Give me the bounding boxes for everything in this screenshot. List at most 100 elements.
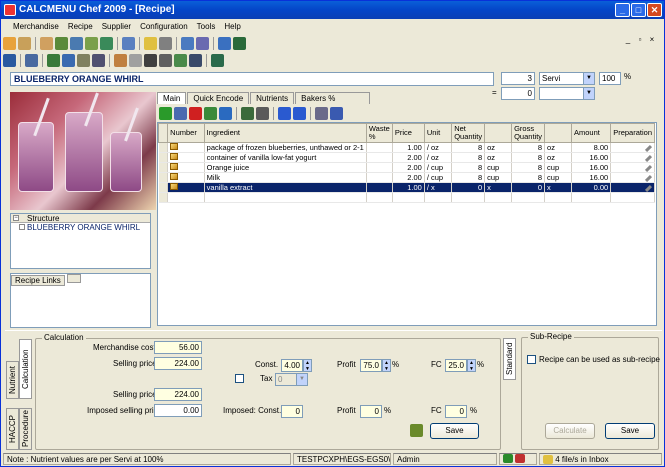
pencil-icon[interactable] (644, 164, 653, 172)
yield-unit-select[interactable]: Servi ▼ (539, 72, 595, 85)
cell-net_unit[interactable]: oz (484, 152, 513, 163)
empty-cell[interactable] (167, 192, 205, 203)
minimize-button[interactable]: _ (615, 3, 630, 17)
cell-gross_unit[interactable]: x (544, 182, 573, 193)
undo-icon[interactable] (219, 106, 232, 120)
fc-input[interactable]: 25.0 (445, 359, 467, 372)
cell-number[interactable] (167, 152, 205, 163)
cell-gross[interactable]: 8 (511, 142, 546, 153)
cell-number[interactable] (167, 142, 205, 153)
col-amount[interactable]: Amount (571, 123, 612, 143)
empty-cell[interactable] (366, 192, 393, 203)
cell-price[interactable]: 1.00 (392, 142, 425, 153)
tab-quick-encode[interactable]: Quick Encode (187, 92, 250, 104)
cell-price[interactable]: 1.00 (392, 182, 425, 193)
menu-configuration[interactable]: Configuration (140, 20, 188, 33)
col-preparation[interactable]: Preparation (610, 123, 655, 143)
add-icon[interactable] (47, 53, 60, 67)
export-icon[interactable] (189, 53, 202, 67)
exit-icon[interactable] (233, 36, 246, 50)
merchandise-icon[interactable] (40, 36, 53, 50)
row-header[interactable] (158, 172, 169, 183)
cell-waste[interactable] (366, 152, 393, 163)
cell-gross_unit[interactable]: oz (544, 142, 573, 153)
edit-row-icon[interactable] (174, 106, 187, 120)
col-gross-unit[interactable] (544, 123, 573, 143)
col-waste[interactable]: Waste % (365, 123, 393, 143)
const-input[interactable]: 4.00 (281, 359, 303, 372)
calc-save-button[interactable]: Save (430, 423, 479, 439)
table-row[interactable]: package of frozen blueberries, unthawed … (158, 142, 655, 153)
empty-cell[interactable] (204, 192, 367, 203)
box-icon[interactable] (159, 36, 172, 50)
tax-checkbox[interactable] (235, 374, 244, 383)
status-inbox[interactable]: 4 file/s in Inbox (539, 453, 662, 465)
cell-waste[interactable] (366, 162, 393, 173)
cell-net[interactable]: 8 (451, 172, 486, 183)
cell-number[interactable] (167, 162, 205, 173)
subrecipe-checkbox[interactable] (527, 355, 536, 364)
cell-ingredient[interactable]: package of frozen blueberries, unthawed … (204, 142, 367, 153)
empty-cell[interactable] (571, 192, 612, 203)
maximize-button[interactable]: □ (631, 3, 646, 17)
profit-input[interactable]: 75.0 (360, 359, 382, 372)
refresh-icon[interactable] (174, 53, 187, 67)
scale-icon[interactable] (241, 106, 254, 120)
gear-icon[interactable] (256, 106, 269, 120)
shopping-icon[interactable] (100, 36, 113, 50)
delete-row-icon[interactable] (189, 106, 202, 120)
print-icon[interactable] (3, 36, 16, 50)
col-unit[interactable]: Unit (423, 123, 453, 143)
search-icon[interactable] (129, 53, 142, 67)
menu-merchandise[interactable]: Merchandise (13, 20, 59, 33)
profit2-input[interactable]: 0 (360, 405, 382, 418)
category-icon[interactable] (159, 53, 172, 67)
recipe-icon[interactable] (55, 36, 68, 50)
cell-prep[interactable] (610, 162, 655, 173)
delete-icon[interactable] (77, 53, 90, 67)
table-row[interactable]: vanilla extract 1.00/ x 0 x 0 x 0.00 (158, 182, 655, 193)
col-gross-qty[interactable]: Gross Quantity (511, 123, 546, 143)
cell-prep[interactable] (610, 182, 655, 193)
col-price[interactable]: Price (391, 123, 425, 143)
cell-net_unit[interactable]: x (484, 182, 513, 193)
collapse-icon[interactable]: − (13, 215, 19, 221)
tools-icon[interactable] (181, 36, 194, 50)
second-unit-select[interactable]: ▼ (539, 87, 595, 100)
tab-procedure[interactable]: Procedure (19, 408, 32, 450)
close-recipe-icon[interactable] (211, 53, 224, 67)
row-header[interactable] (158, 182, 169, 193)
col-ingredient[interactable]: Ingredient (203, 123, 367, 143)
empty-cell[interactable] (158, 192, 169, 203)
imposed-const-input[interactable]: 0 (281, 405, 303, 418)
cell-unit[interactable]: / oz (424, 142, 453, 153)
cell-number[interactable] (167, 182, 205, 193)
cell-number[interactable] (167, 172, 205, 183)
pencil-icon[interactable] (644, 174, 653, 182)
close-button[interactable]: ✕ (647, 3, 662, 17)
cell-ingredient[interactable]: vanilla extract (204, 182, 367, 193)
tab-standard[interactable]: Standard (503, 338, 516, 380)
cell-gross[interactable]: 8 (511, 162, 546, 173)
edit-icon[interactable] (25, 53, 38, 67)
cell-amount[interactable]: 0.00 (571, 182, 612, 193)
cell-ingredient[interactable]: Milk (204, 172, 367, 183)
row-header[interactable] (158, 152, 169, 163)
cell-prep[interactable] (610, 172, 655, 183)
supplier-icon[interactable] (85, 36, 98, 50)
copy-icon[interactable] (315, 106, 328, 120)
calculate-button[interactable]: Calculate (545, 423, 595, 439)
tab-haccp[interactable]: HACCP (6, 408, 19, 450)
database-icon[interactable] (330, 106, 343, 120)
cell-amount[interactable]: 16.00 (571, 162, 612, 173)
empty-cell[interactable] (544, 192, 573, 203)
menu-help[interactable]: Help (224, 20, 240, 33)
filter-icon[interactable] (144, 53, 157, 67)
cell-waste[interactable] (366, 182, 393, 193)
tab-calculation[interactable]: Calculation (19, 339, 32, 399)
subrecipe-save-button[interactable]: Save (605, 423, 655, 439)
const-stepper[interactable]: ▲ ▼ (303, 359, 312, 372)
mdi-restore-icon[interactable]: ▫ (635, 35, 645, 45)
cell-prep[interactable] (610, 152, 655, 163)
tab-main[interactable]: Main (157, 92, 187, 104)
